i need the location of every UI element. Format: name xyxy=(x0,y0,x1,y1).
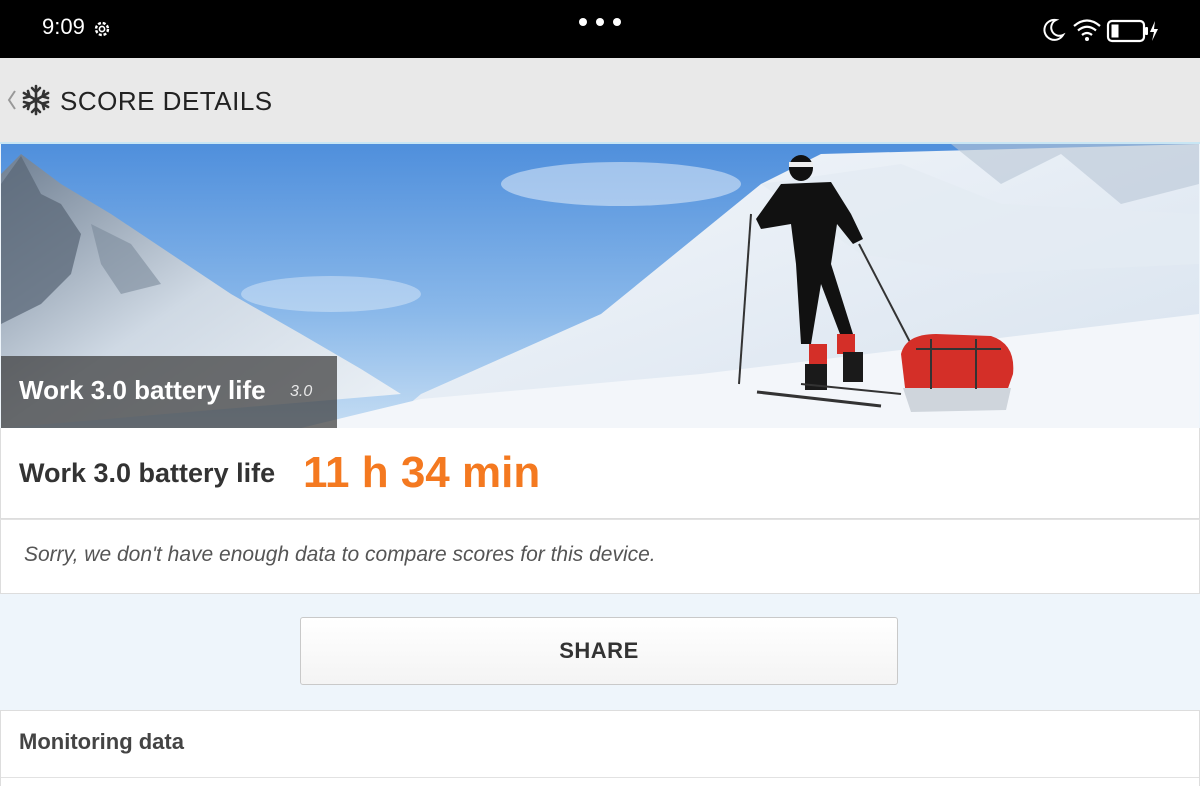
moon-icon xyxy=(1043,18,1066,41)
wifi-icon xyxy=(1073,19,1101,41)
hero-title: Work 3.0 battery life xyxy=(19,375,266,405)
divider xyxy=(1,777,1199,778)
page-title: SCORE DETAILS xyxy=(60,86,273,116)
share-button[interactable]: SHARE xyxy=(300,617,898,685)
battery-charging-icon xyxy=(1106,19,1158,43)
hero-banner: Work 3.0 battery life 3.0 xyxy=(1,144,1199,428)
score-value: 11 h 34 min xyxy=(303,448,541,497)
sled-bag xyxy=(901,334,1014,412)
status-bar: 9:09 xyxy=(0,0,1200,58)
status-time: 9:09 xyxy=(42,14,85,39)
score-card: Work 3.0 battery life 11 h 34 min xyxy=(0,428,1200,519)
monitoring-card[interactable]: Monitoring data xyxy=(0,710,1200,786)
monitoring-title: Monitoring data xyxy=(19,729,184,754)
compare-message: Sorry, we don't have enough data to comp… xyxy=(24,543,656,566)
gear-icon xyxy=(94,21,110,37)
app-bar: SCORE DETAILS xyxy=(0,58,1200,144)
compare-card: Sorry, we don't have enough data to comp… xyxy=(0,519,1200,594)
more-dots-icon[interactable] xyxy=(578,17,624,27)
back-chevron-icon[interactable] xyxy=(6,89,18,111)
hero-label: Work 3.0 battery life 3.0 xyxy=(1,356,337,428)
hero-version: 3.0 xyxy=(290,383,313,400)
score-label: Work 3.0 battery life xyxy=(19,458,276,488)
snowflake-icon xyxy=(22,84,50,116)
